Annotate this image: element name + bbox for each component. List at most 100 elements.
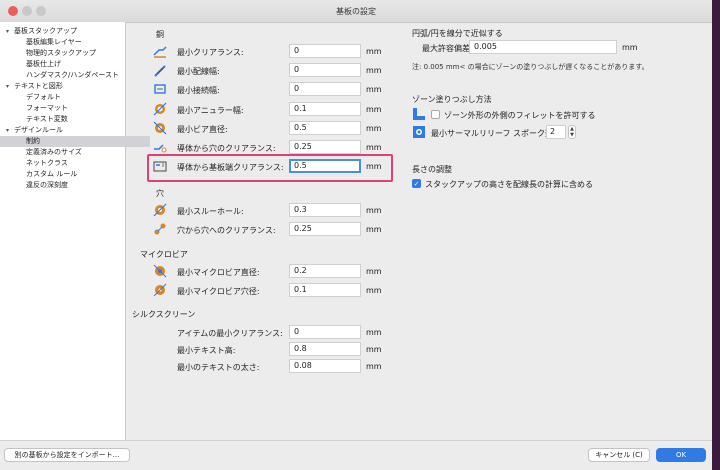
fillet-checkbox[interactable] [431,110,440,119]
sidebar-item-label: 基板編集レイヤー [26,38,82,46]
constraint-label: 導体から穴のクリアランス: [177,144,276,153]
spokes-input[interactable]: 2 [546,125,566,139]
constraint-input[interactable]: 0.2 [289,264,361,278]
constraint-input[interactable]: 0.1 [289,283,361,297]
constraint-unit: mm [366,66,382,76]
fillet-icon [412,107,428,121]
max-error-label: 最大許容偏差: [422,44,473,53]
hole-clearance-icon [153,140,169,154]
via-diameter-icon [153,121,169,135]
microvia-hole-icon [153,283,169,297]
constraint-input[interactable]: 0.5 [289,159,361,174]
title-bar: 基板の設定 [0,0,712,23]
constraint-unit: mm [366,162,382,172]
constraint-label: 最小クリアランス: [177,48,244,57]
zone-fill-heading: ゾーン塗りつぶし方法 [412,95,492,104]
chevron-down-icon[interactable]: ▾ [6,81,14,92]
stackup-label: スタックアップの高さを配線長の計算に含める [425,180,593,189]
sidebar-item-label: 定義済みのサイズ [26,148,82,156]
constraint-input[interactable]: 0 [289,44,361,58]
constraint-label: 最小テキスト高: [177,346,236,355]
constraint-label: 最小のテキストの太さ: [177,363,260,372]
background-pcb [712,0,720,470]
constraint-unit: mm [366,362,382,371]
hole-to-hole-icon [153,222,169,236]
ok-button[interactable]: OK [656,448,706,462]
constraint-input[interactable]: 0.3 [289,203,361,217]
sidebar-item-label: テキスト変数 [26,115,68,123]
track-width-icon [153,63,169,77]
sidebar-item-label: フォーマット [26,104,68,112]
constraint-unit: mm [366,47,382,56]
sidebar-item[interactable]: カスタム ルール [0,169,77,180]
length-tuning-heading: 長さの調整 [412,165,452,174]
settings-tree: ▾ 基板スタックアップ 基板編集レイヤー 物理的スタックアップ 基板仕上げ ハンダマスク/… [0,22,150,440]
sidebar-item[interactable]: ハンダマスク/ハンダペースト [0,70,119,81]
sidebar-item[interactable]: 定義済みのサイズ [0,147,82,158]
sidebar-item[interactable]: 基板仕上げ [0,59,61,70]
constraint-label: 最小アニュラー幅: [177,105,244,115]
constraint-unit: mm [366,104,382,114]
sidebar-item[interactable]: ▾ デザインルール [0,125,63,136]
constraint-label: 最小配線幅: [177,67,220,77]
thermal-spoke-icon [412,125,428,139]
fillet-label: ゾーン外形の外側のフィレットを許可する [444,111,596,120]
sidebar-item[interactable]: 物理的スタックアップ [0,48,96,59]
constraint-label: 導体から基板端クリアランス: [177,163,284,173]
sidebar-item-label: 違反の深刻度 [26,181,68,189]
sidebar-item-label: デザインルール [14,126,63,134]
chevron-down-icon[interactable]: ▾ [6,26,14,37]
constraint-input[interactable]: 0.25 [289,222,361,236]
constraint-unit: mm [366,206,382,215]
constraint-label: アイテムの最小クリアランス: [177,329,283,338]
constraint-unit: mm [366,85,382,95]
through-hole-icon [153,203,169,217]
sidebar-item[interactable]: フォーマット [0,103,68,114]
board-setup-dialog: 基板の設定 ▾ 基板スタックアップ 基板編集レイヤー 物理的スタックアップ 基板仕上げハ… [0,0,712,470]
sidebar-item[interactable]: 違反の深刻度 [0,180,68,191]
sidebar-item-label: ネットクラス [26,159,68,167]
dialog-footer: 別の基板から設定をインポート... キャンセル (C) OK [0,440,712,470]
silkscreen-heading: シルクスクリーン [132,310,196,319]
sidebar-item-label: デフォルト [26,93,61,101]
window-title: 基板の設定 [336,7,376,16]
holes-heading: 穴 [156,189,164,198]
constraint-unit: mm [366,143,382,152]
constraint-input[interactable]: 0 [289,63,361,78]
constraint-unit: mm [366,267,382,276]
stackup-checkbox[interactable]: ✓ [412,179,421,188]
constraint-label: 最小マイクロビア穴径: [177,287,260,296]
constraint-input[interactable]: 0.08 [289,359,361,373]
constraint-input[interactable]: 0.25 [289,140,361,154]
constraint-label: 最小スルーホール: [177,207,244,216]
sidebar-item[interactable]: 基板編集レイヤー [0,37,82,48]
microvias-heading: マイクロビア [140,250,188,259]
sidebar-item-label: 物理的スタックアップ [26,49,96,57]
sidebar-item[interactable]: ネットクラス [0,158,68,169]
constraint-unit: mm [366,328,382,337]
sidebar-item[interactable]: デフォルト [0,92,61,103]
constraint-input[interactable]: 0.8 [289,342,361,356]
annular-width-icon [153,102,169,116]
sidebar-item-label: カスタム ルール [26,170,78,178]
sidebar-item-label: 制約 [26,137,40,145]
cancel-button[interactable]: キャンセル (C) [588,448,650,462]
max-error-input[interactable]: 0.005 [469,40,617,54]
sidebar-item-label: 基板スタックアップ [14,27,77,35]
constraint-input[interactable]: 0 [289,82,361,97]
sidebar-item[interactable]: ▾ テキストと図形 [0,81,63,92]
chevron-down-icon[interactable]: ▾ [6,125,14,136]
constraint-unit: mm [366,286,382,295]
constraint-input[interactable]: 0 [289,325,361,339]
sidebar-item-label: 基板仕上げ [26,60,61,68]
sidebar-item[interactable]: テキスト変数 [0,114,68,125]
constraint-unit: mm [366,345,382,354]
import-settings-button[interactable]: 別の基板から設定をインポート... [4,448,130,462]
arcs-note: 注: 0.005 mm< の場合にゾーンの塗りつぶしが遅くなることがあります。 [412,63,649,71]
constraint-input[interactable]: 0.1 [289,101,361,116]
copper-heading: 銅 [156,30,164,39]
constraint-input[interactable]: 0.5 [289,120,361,135]
constraint-label: 穴から穴へのクリアランス: [177,226,276,235]
spokes-stepper[interactable]: ▲ ▼ [568,125,576,139]
sidebar-item[interactable]: ▾ 基板スタックアップ [0,26,77,37]
